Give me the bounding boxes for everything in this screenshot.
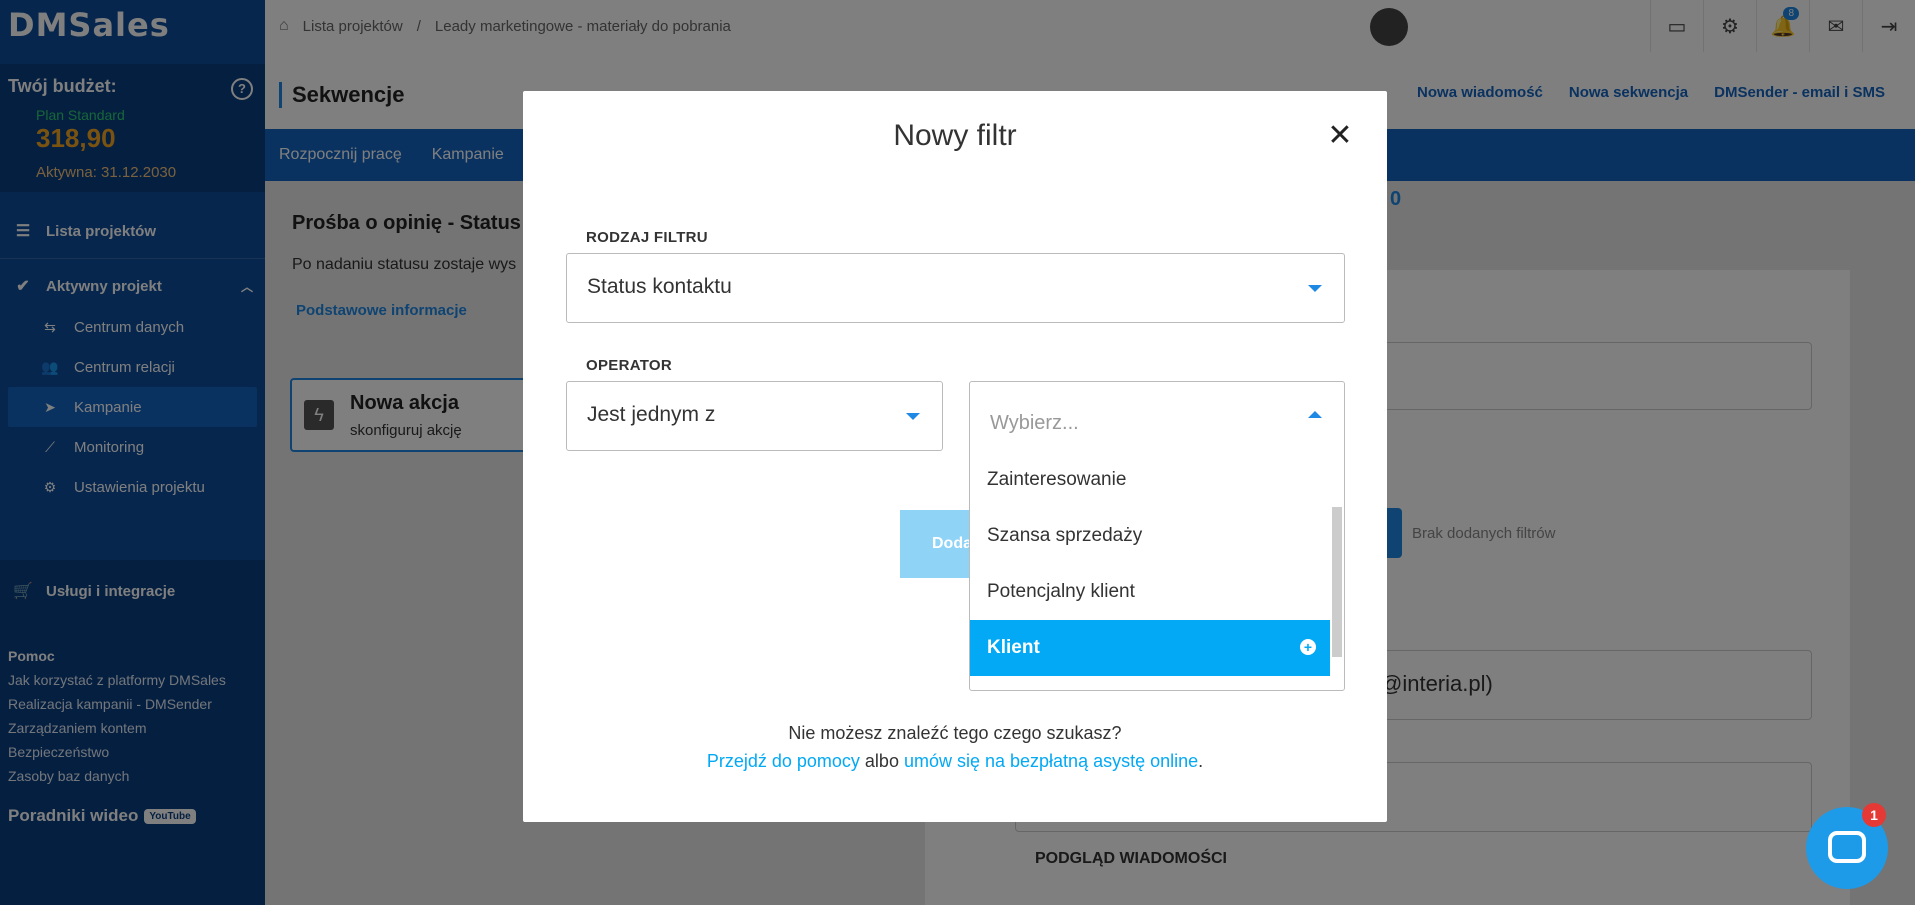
new-filter-modal: Nowy filtr ✕ RODZAJ FILTRU Status kontak…: [523, 91, 1387, 822]
scrollbar[interactable]: [1332, 507, 1342, 657]
operator-label: OPERATOR: [586, 357, 673, 374]
chat-icon: [1828, 831, 1866, 863]
filter-type-label: RODZAJ FILTRU: [586, 229, 708, 246]
option-label: Klient: [987, 637, 1040, 658]
option-item[interactable]: Szansa sprzedaży: [970, 508, 1330, 564]
help-question: Nie możesz znaleźć tego czego szukasz?: [788, 723, 1122, 743]
period: .: [1198, 751, 1204, 771]
chevron-down-icon: [906, 413, 920, 420]
option-item-selected[interactable]: Klient +: [970, 620, 1330, 676]
option-label: Zainteresowanie: [987, 469, 1127, 490]
assistance-link[interactable]: umów się na bezpłatną asystę online: [904, 751, 1198, 771]
value-multiselect[interactable]: Wybierz... Zainteresowanie Szansa sprzed…: [969, 381, 1345, 691]
close-icon[interactable]: ✕: [1325, 121, 1355, 151]
plus-circle-icon: +: [1300, 639, 1316, 655]
help-link[interactable]: Przejdź do pomocy: [707, 751, 860, 771]
filter-type-select[interactable]: Status kontaktu: [566, 253, 1345, 323]
multiselect-placeholder[interactable]: Wybierz...: [990, 412, 1079, 435]
options-list: Zainteresowanie Szansa sprzedaży Potencj…: [970, 452, 1330, 676]
option-item[interactable]: Potencjalny klient: [970, 564, 1330, 620]
chevron-down-icon: [1308, 285, 1322, 292]
or-text: albo: [864, 751, 899, 771]
filter-type-value: Status kontaktu: [587, 275, 732, 298]
option-label: Potencjalny klient: [987, 581, 1135, 602]
chat-widget-button[interactable]: 1: [1806, 803, 1888, 889]
option-label: Szansa sprzedaży: [987, 525, 1143, 546]
chevron-up-icon[interactable]: [1308, 411, 1322, 418]
operator-value: Jest jednym z: [587, 403, 716, 426]
modal-title: Nowy filtr: [893, 119, 1017, 152]
chat-badge: 1: [1862, 803, 1886, 827]
operator-select[interactable]: Jest jednym z: [566, 381, 943, 451]
help-links: Przejdź do pomocy albo umów się na bezpł…: [523, 751, 1387, 772]
option-item[interactable]: Zainteresowanie: [970, 452, 1330, 508]
